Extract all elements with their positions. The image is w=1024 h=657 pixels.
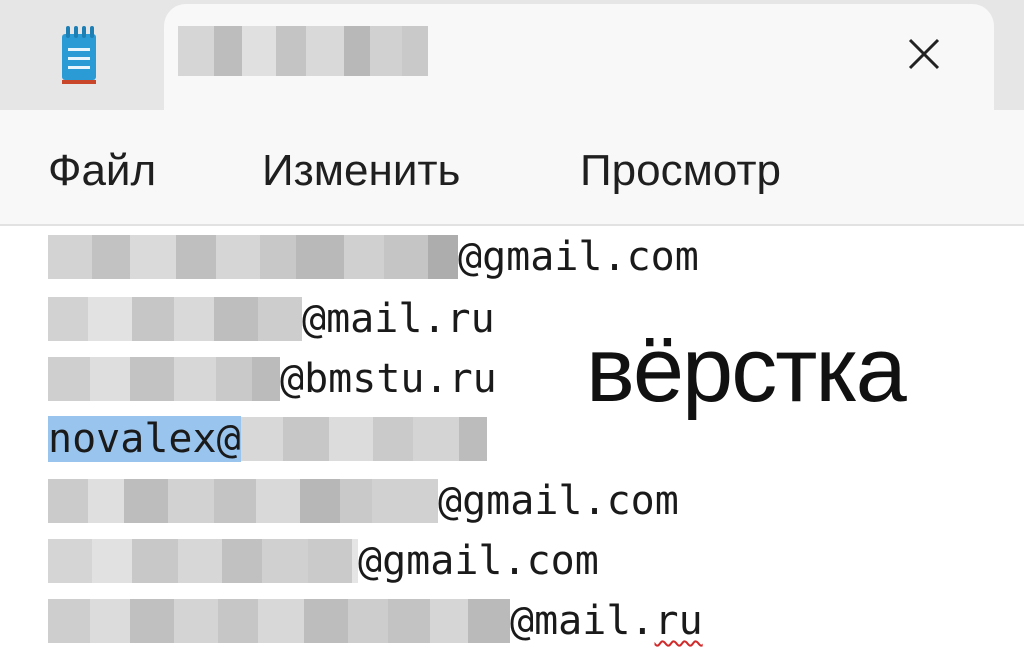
email-domain: @mail.ru	[302, 296, 495, 342]
email-domain: @gmail.com	[358, 538, 599, 584]
menu-edit[interactable]: Изменить	[262, 146, 460, 196]
redacted-text	[48, 357, 280, 401]
email-domain: @mail.	[510, 598, 655, 644]
email-line: @gmail.com	[48, 232, 699, 282]
menu-view[interactable]: Просмотр	[580, 146, 781, 196]
email-line-selected: novalex@	[48, 414, 487, 464]
redacted-text	[48, 599, 510, 643]
email-line: @mail.ru	[48, 596, 703, 646]
tab-title-redacted	[178, 26, 428, 76]
menu-bar: Файл Изменить Просмотр	[0, 110, 1024, 226]
selected-text[interactable]: novalex@	[48, 416, 241, 462]
email-line: @gmail.com	[48, 476, 679, 526]
title-bar	[0, 0, 1024, 116]
text-editor[interactable]: @gmail.com @mail.ru @bmstu.ru novalex@ @…	[0, 226, 1024, 657]
document-tab[interactable]	[164, 4, 994, 116]
close-icon[interactable]	[906, 36, 942, 72]
misspelled-word[interactable]: ru	[655, 598, 703, 644]
menu-file[interactable]: Файл	[48, 146, 156, 196]
redacted-text	[48, 297, 302, 341]
notepad-window: Файл Изменить Просмотр @gmail.com @mail.…	[0, 0, 1024, 657]
redacted-text	[48, 539, 358, 583]
redacted-text	[48, 479, 438, 523]
email-line: @gmail.com	[48, 536, 599, 586]
redacted-text	[240, 417, 487, 461]
email-line: @mail.ru	[48, 294, 495, 344]
redacted-text	[48, 235, 458, 279]
watermark-logo: вёрстка	[586, 319, 907, 421]
email-domain: @gmail.com	[458, 234, 699, 280]
email-domain: @bmstu.ru	[280, 356, 497, 402]
email-domain: @gmail.com	[438, 478, 679, 524]
notepad-icon	[56, 24, 102, 86]
email-line: @bmstu.ru	[48, 354, 497, 404]
